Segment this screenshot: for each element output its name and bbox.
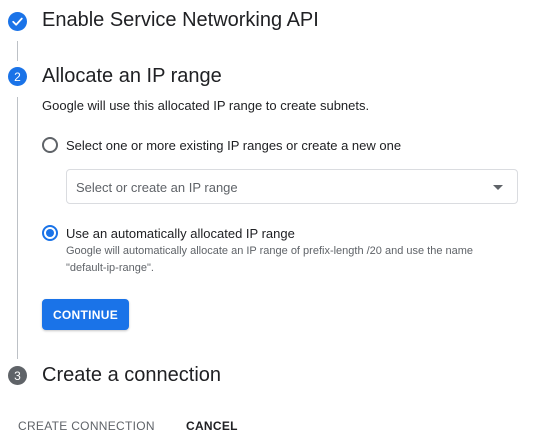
step-connector: [17, 41, 18, 61]
check-icon: [12, 17, 23, 26]
continue-button[interactable]: CONTINUE: [42, 299, 129, 330]
step-3-number: 3: [8, 366, 27, 385]
step-1-done-icon: [8, 12, 27, 31]
step-connector: [17, 97, 18, 359]
auto-range-help-line-1: Google will automatically allocate an IP…: [66, 245, 474, 257]
existing-range-radio[interactable]: [42, 137, 58, 153]
auto-range-help-line-2: "default-ip-range".: [66, 262, 154, 274]
radio-selected-dot: [46, 229, 54, 237]
dropdown-arrow-icon: [493, 185, 503, 190]
ip-range-select-placeholder: Select or create an IP range: [76, 180, 238, 195]
step-2-title: Allocate an IP range: [42, 65, 222, 87]
allocate-description: Google will use this allocated IP range …: [42, 98, 370, 113]
step-2-number: 2: [8, 67, 27, 86]
step-1-title: Enable Service Networking API: [42, 9, 319, 31]
ip-range-select[interactable]: Select or create an IP range: [66, 169, 518, 204]
auto-range-label[interactable]: Use an automatically allocated IP range: [66, 226, 295, 241]
create-connection-button[interactable]: CREATE CONNECTION: [18, 419, 155, 433]
auto-range-radio[interactable]: [42, 225, 58, 241]
cancel-button[interactable]: CANCEL: [186, 419, 238, 433]
step-3-title: Create a connection: [42, 364, 222, 386]
existing-range-label[interactable]: Select one or more existing IP ranges or…: [66, 138, 401, 153]
